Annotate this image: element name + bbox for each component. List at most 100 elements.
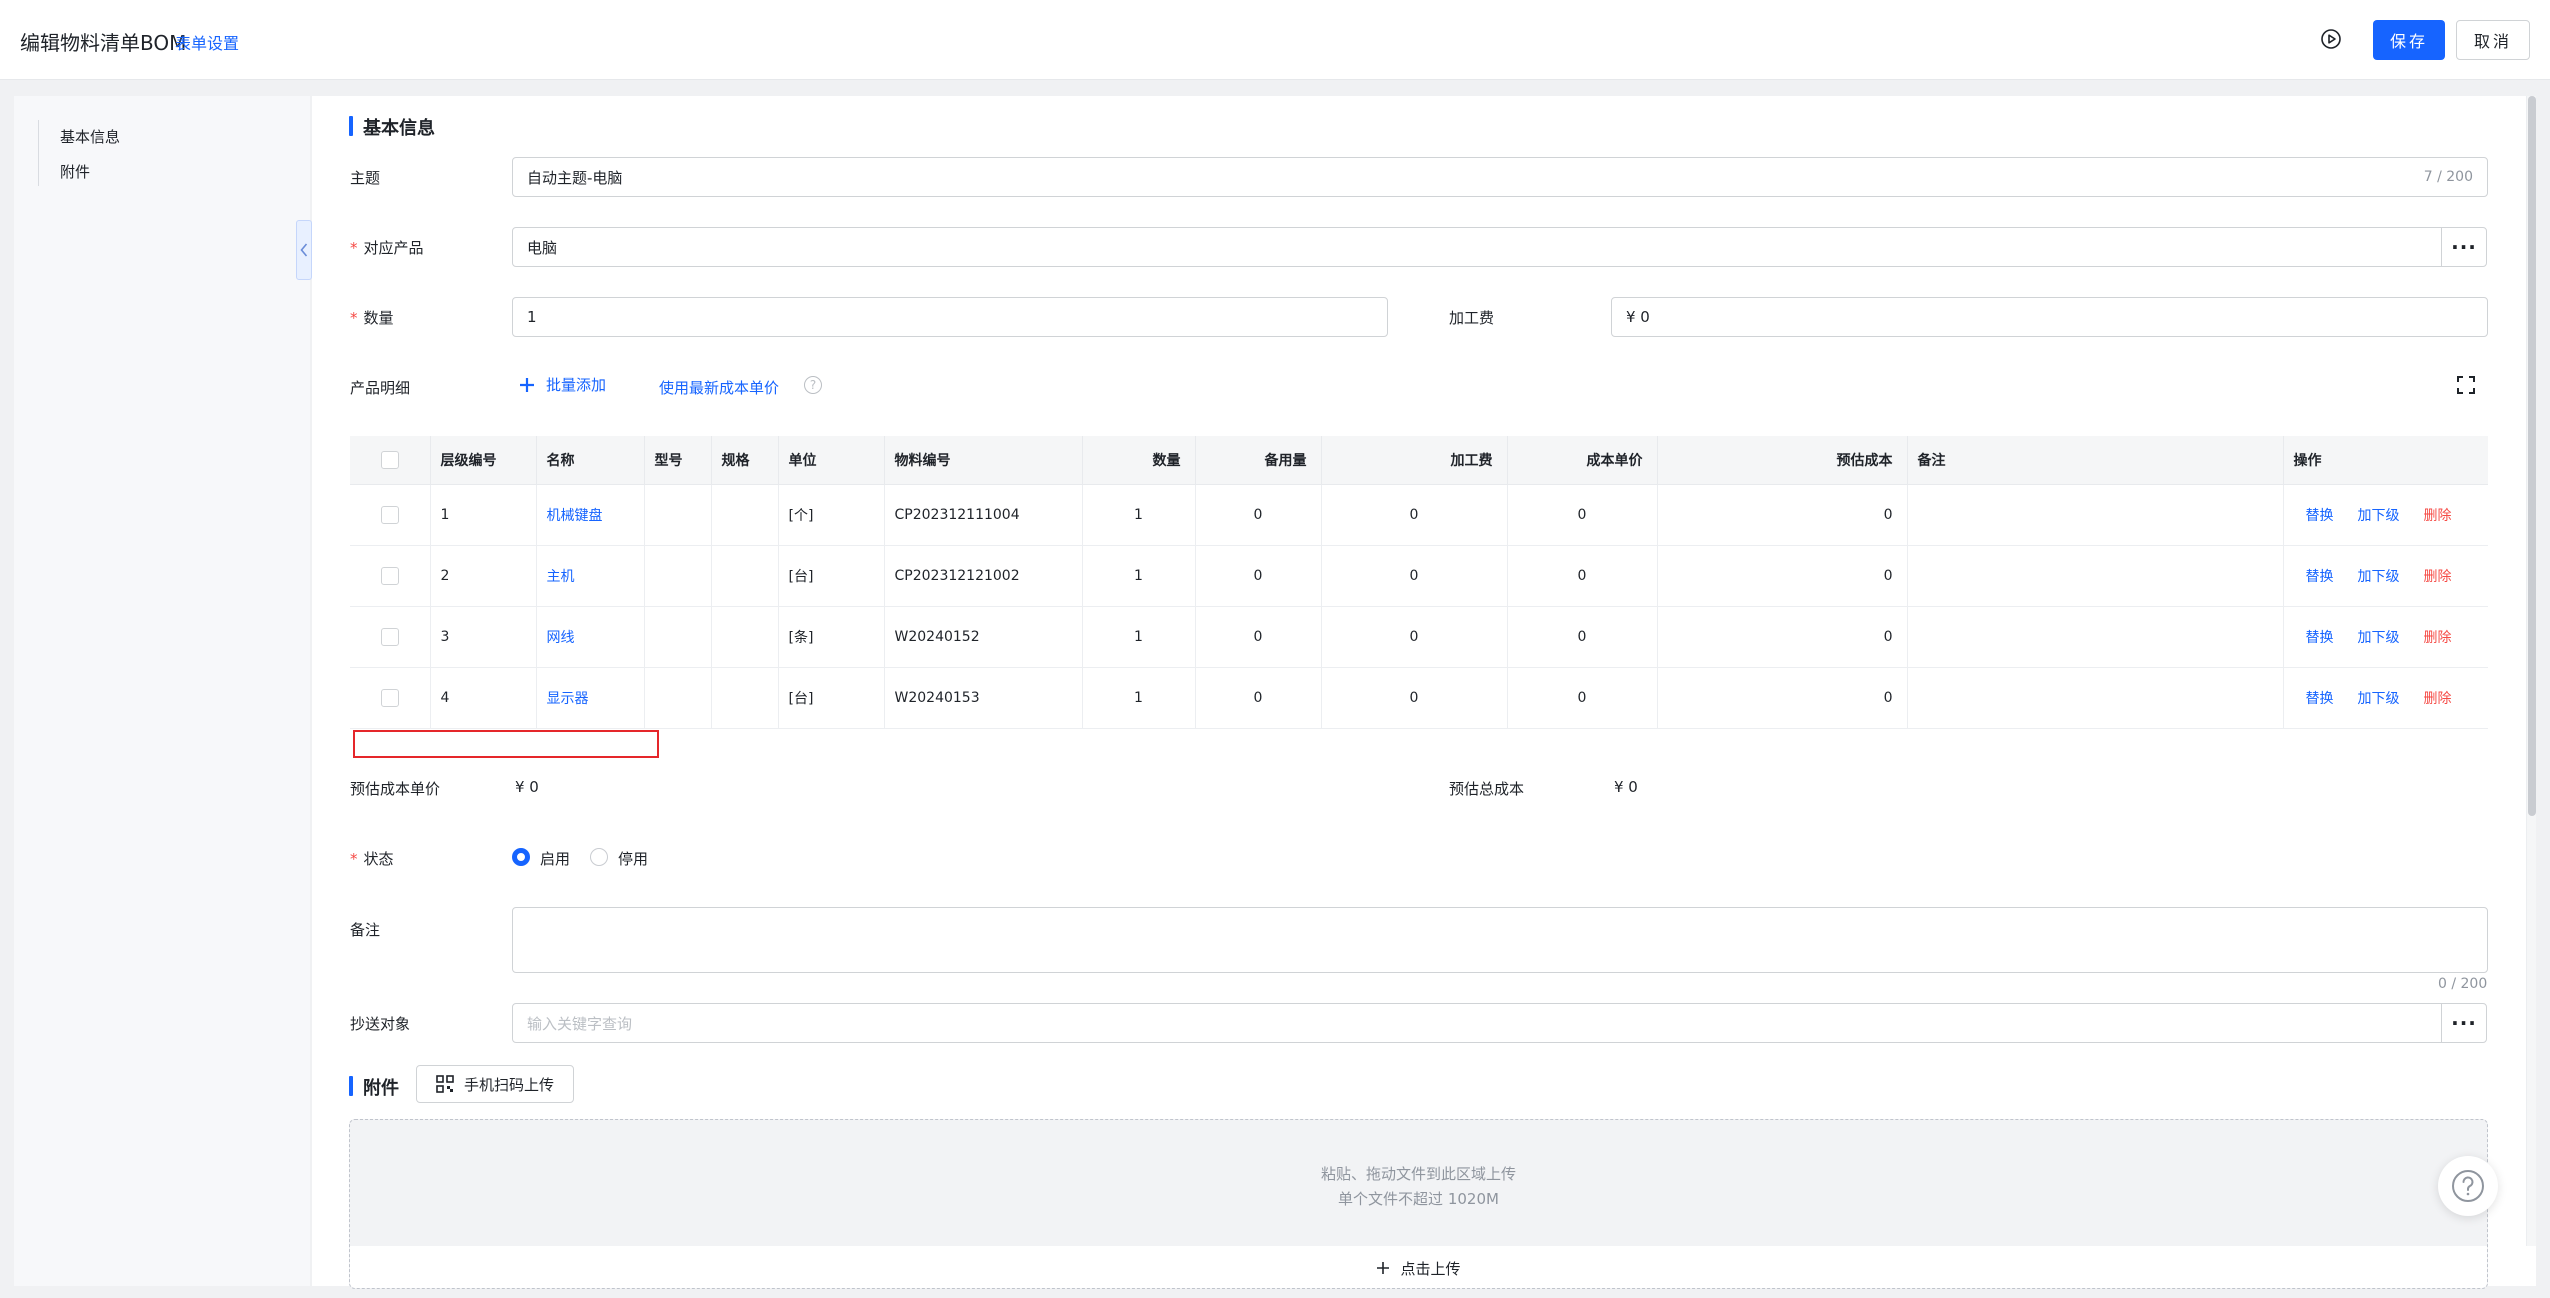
quantity-input[interactable]: 1 <box>512 297 1388 337</box>
quantity-cell: 1 <box>1082 606 1196 668</box>
cc-more-button[interactable]: ··· <box>2441 1003 2487 1043</box>
name-cell: 网线 <box>536 606 645 668</box>
column-header: 备注 <box>1907 436 2284 485</box>
column-header: 型号 <box>644 436 712 485</box>
quantity-label-text: 数量 <box>363 309 394 327</box>
sidebar: 基本信息 附件 <box>14 96 310 1286</box>
column-header: 单位 <box>778 436 885 485</box>
remarks-label: 备注 <box>350 921 381 939</box>
fee-cell: 0 <box>1321 545 1508 607</box>
status-option-disabled[interactable]: 停用 <box>618 848 648 869</box>
quantity-label: * 数量 <box>350 307 394 328</box>
subject-label: 主题 <box>350 169 381 187</box>
unit-cost-cell: 0 <box>1507 545 1658 607</box>
scrollbar-thumb[interactable] <box>2528 96 2536 816</box>
row-checkbox[interactable] <box>380 688 399 707</box>
status-label: * 状态 <box>350 848 394 869</box>
product-name-link[interactable]: 主机 <box>547 569 575 585</box>
remarks-textarea[interactable] <box>512 907 2488 973</box>
required-mark: * <box>350 309 358 327</box>
use-latest-cost-link[interactable]: 使用最新成本单价 <box>659 377 779 398</box>
processing-fee-input[interactable]: ¥ 0 <box>1611 297 2488 337</box>
product-input[interactable]: 电脑 <box>512 227 2442 267</box>
highlight-box <box>353 730 659 758</box>
plus-icon <box>520 377 534 392</box>
spare-qty-cell: 0 <box>1195 667 1322 729</box>
replace-link[interactable]: 替换 <box>2306 630 2334 646</box>
batch-add-button[interactable]: 批量添加 <box>518 374 606 395</box>
material-code-cell: W20240152 <box>884 606 1083 668</box>
cc-search-input[interactable]: 输入关键字查询 <box>512 1003 2442 1043</box>
row-checkbox[interactable] <box>380 566 399 585</box>
vertical-scrollbar[interactable] <box>2526 96 2536 1246</box>
column-header: 物料编号 <box>884 436 1083 485</box>
status-option-enabled[interactable]: 启用 <box>540 848 570 869</box>
scan-upload-label: 手机扫码上传 <box>463 1075 554 1094</box>
material-code-cell: W20240153 <box>884 667 1083 729</box>
actions-cell: 替换 加下级 删除 <box>2283 667 2488 729</box>
required-mark: * <box>350 239 358 257</box>
est-cost-cell: 0 <box>1657 606 1908 668</box>
scan-upload-button[interactable]: 手机扫码上传 <box>416 1065 574 1103</box>
form-settings-link[interactable]: 表单设置 <box>175 30 239 54</box>
row-checkbox[interactable] <box>380 627 399 646</box>
required-mark: * <box>350 850 358 868</box>
unit-cost-cell: 0 <box>1507 606 1658 668</box>
status-radio-disabled[interactable] <box>590 848 608 866</box>
save-button[interactable]: 保存 <box>2373 20 2445 60</box>
add-child-link[interactable]: 加下级 <box>2358 569 2400 585</box>
delete-link[interactable]: 删除 <box>2424 691 2452 707</box>
delete-link[interactable]: 删除 <box>2424 569 2452 585</box>
sidebar-nav-line <box>38 120 39 186</box>
add-child-link[interactable]: 加下级 <box>2358 508 2400 524</box>
help-icon[interactable]: ? <box>804 376 822 394</box>
product-label: * 对应产品 <box>350 237 424 258</box>
unit-cost-cell: 0 <box>1507 484 1658 546</box>
unit-cost-cell: 0 <box>1507 667 1658 729</box>
play-circle-icon[interactable] <box>2320 28 2342 50</box>
replace-link[interactable]: 替换 <box>2306 508 2334 524</box>
upload-drop-zone[interactable]: 粘贴、拖动文件到此区域上传 单个文件不超过 1020M 点击上传 <box>349 1119 2488 1289</box>
select-all-cell <box>350 436 431 485</box>
replace-link[interactable]: 替换 <box>2306 569 2334 585</box>
spare-qty-cell: 0 <box>1195 484 1322 546</box>
product-more-button[interactable]: ··· <box>2441 227 2487 267</box>
remarks-char-count: 0 / 200 <box>2438 976 2488 992</box>
column-header: 数量 <box>1082 436 1196 485</box>
row-select-cell <box>350 667 431 729</box>
model-cell <box>644 484 712 546</box>
table-row: 4 显示器 [台] W20240153 1 0 0 0 0 替换 加下级 删除 <box>350 667 2488 729</box>
delete-link[interactable]: 删除 <box>2424 630 2452 646</box>
est-total-cost-value: ¥ 0 <box>1614 778 1638 796</box>
level-cell: 3 <box>430 606 537 668</box>
table-row: 3 网线 [条] W20240152 1 0 0 0 0 替换 加下级 删除 <box>350 606 2488 668</box>
replace-link[interactable]: 替换 <box>2306 691 2334 707</box>
fullscreen-icon[interactable] <box>2456 375 2476 395</box>
sidebar-item-attachments[interactable]: 附件 <box>60 161 90 182</box>
add-child-link[interactable]: 加下级 <box>2358 691 2400 707</box>
unit-cell: [台] <box>778 667 885 729</box>
size-hint: 单个文件不超过 1020M <box>1338 1190 1499 1208</box>
level-cell: 1 <box>430 484 537 546</box>
quantity-cell: 1 <box>1082 484 1196 546</box>
chevron-left-icon <box>300 243 308 257</box>
processing-fee-label: 加工费 <box>1449 309 1495 327</box>
quantity-cell: 1 <box>1082 545 1196 607</box>
delete-link[interactable]: 删除 <box>2424 508 2452 524</box>
status-radio-enabled[interactable] <box>512 848 530 866</box>
product-name-link[interactable]: 机械键盘 <box>547 508 603 524</box>
column-header: 操作 <box>2283 436 2488 485</box>
click-upload-button[interactable]: 点击上传 <box>350 1246 2487 1288</box>
row-checkbox[interactable] <box>380 505 399 524</box>
subject-input[interactable]: 自动主题-电脑 7 / 200 <box>512 157 2488 197</box>
model-cell <box>644 545 712 607</box>
sidebar-collapse-handle[interactable] <box>296 220 312 280</box>
select-all-checkbox[interactable] <box>380 450 399 469</box>
sidebar-item-basic-info[interactable]: 基本信息 <box>60 126 120 147</box>
est-cost-cell: 0 <box>1657 667 1908 729</box>
product-name-link[interactable]: 网线 <box>547 630 575 646</box>
floating-help-button[interactable] <box>2438 1156 2498 1216</box>
product-name-link[interactable]: 显示器 <box>547 691 589 707</box>
add-child-link[interactable]: 加下级 <box>2358 630 2400 646</box>
cancel-button[interactable]: 取消 <box>2456 20 2530 60</box>
